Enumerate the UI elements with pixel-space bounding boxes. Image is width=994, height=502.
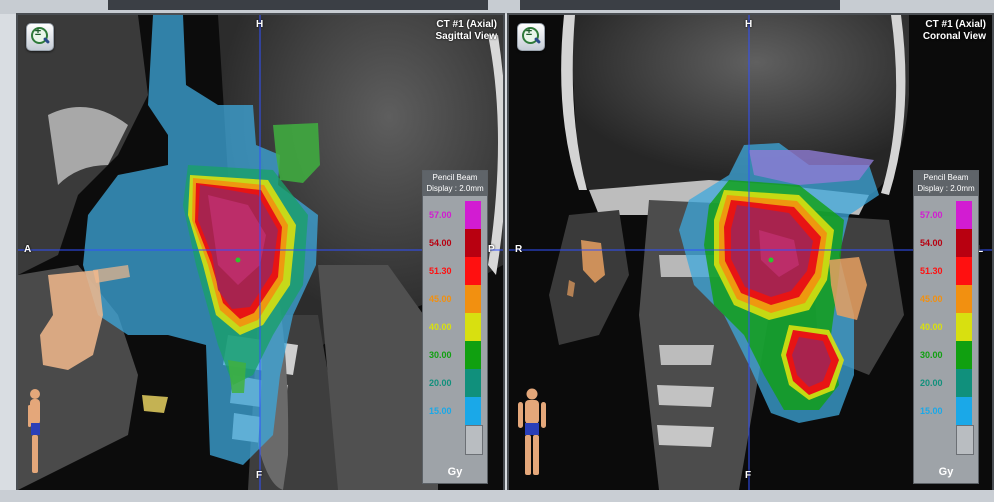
dose-color-swatch [956,369,972,397]
dose-legend-algorithm: Pencil Beam [923,173,969,182]
dose-color-swatch [956,313,972,341]
dose-unit: Gy [447,466,463,478]
top-panel-edge-right [520,0,840,10]
sagittal-viewport[interactable]: CT #1 (Axial) Sagittal View H A P F Penc… [16,13,505,492]
dose-level-label: 51.30 [920,266,943,276]
dose-level-label: 51.30 [429,266,452,276]
dose-legend: Pencil Beam Display : 2.0mm 57.00 54.00 51… [913,170,979,484]
direction-label-right: P [488,244,495,255]
zoom-magnifier-icon[interactable] [26,23,54,51]
dose-legend-resolution: Display : 2.0mm [426,184,484,193]
dose-color-swatch [465,313,481,341]
dose-legend-header: Pencil Beam Display : 2.0mm [423,171,487,196]
zoom-magnifier-icon[interactable] [517,23,545,51]
top-panel-edge-left [108,0,488,10]
dose-level-label: 45.00 [920,294,943,304]
view-title: CT #1 (Axial) Sagittal View [435,19,497,43]
dose-level-label: 40.00 [429,322,452,332]
bottom-tab-2[interactable] [318,490,468,502]
dose-level-label: 15.00 [920,406,943,416]
dose-level-label: 30.00 [920,350,943,360]
patient-orientation-figure-icon [518,388,546,475]
direction-label-top: H [256,19,264,30]
dose-color-swatch [465,397,481,425]
dose-color-swatch [465,257,481,285]
patient-orientation-figure-icon [28,389,40,473]
dose-color-swatch [956,201,972,229]
dose-level-label: 40.00 [920,322,943,332]
view-title-series: CT #1 (Axial) [436,19,497,30]
dose-color-swatch [956,341,972,369]
top-toolbar-strip [0,0,994,14]
dose-color-swatch [956,397,972,425]
dose-color-swatch [956,257,972,285]
direction-label-bottom: F [256,470,263,481]
view-title-plane: Coronal View [922,31,986,42]
dose-level-label: 54.00 [429,238,452,248]
direction-label-bottom: F [745,470,752,481]
dose-level-label: 54.00 [920,238,943,248]
dose-unit: Gy [938,466,954,478]
dose-color-swatch [465,285,481,313]
dose-legend-algorithm: Pencil Beam [432,173,478,182]
view-title: CT #1 (Axial) Coronal View [923,19,986,43]
dose-level-label: 30.00 [429,350,452,360]
bottom-tab-3[interactable] [468,490,618,502]
dose-color-swatch-empty [956,425,974,455]
bottom-tab-1[interactable] [158,490,318,502]
dose-color-swatch [956,285,972,313]
dose-color-swatch [956,229,972,257]
dose-color-swatch [465,201,481,229]
dose-level-label: 20.00 [920,378,943,388]
dose-color-swatch [465,369,481,397]
dose-level-label: 20.00 [429,378,452,388]
view-title-series: CT #1 (Axial) [925,19,986,30]
dose-level-label: 57.00 [920,210,943,220]
view-title-plane: Sagittal View [435,31,497,42]
dose-legend-header: Pencil Beam Display : 2.0mm [914,171,978,196]
direction-label-top: H [745,19,753,30]
dose-level-label: 57.00 [429,210,452,220]
dose-level-label: 15.00 [429,406,452,416]
dose-level-label: 45.00 [429,294,452,304]
dose-color-swatch [465,341,481,369]
dose-legend-resolution: Display : 2.0mm [917,184,975,193]
direction-label-left: A [24,244,32,255]
dose-legend: Pencil Beam Display : 2.0mm 57.00 54.00 51… [422,170,488,484]
coronal-viewport[interactable]: CT #1 (Axial) Coronal View H R L F Penci… [507,13,994,492]
dose-color-swatch-empty [465,425,483,455]
dose-color-swatch [465,229,481,257]
direction-label-left: R [515,244,523,255]
